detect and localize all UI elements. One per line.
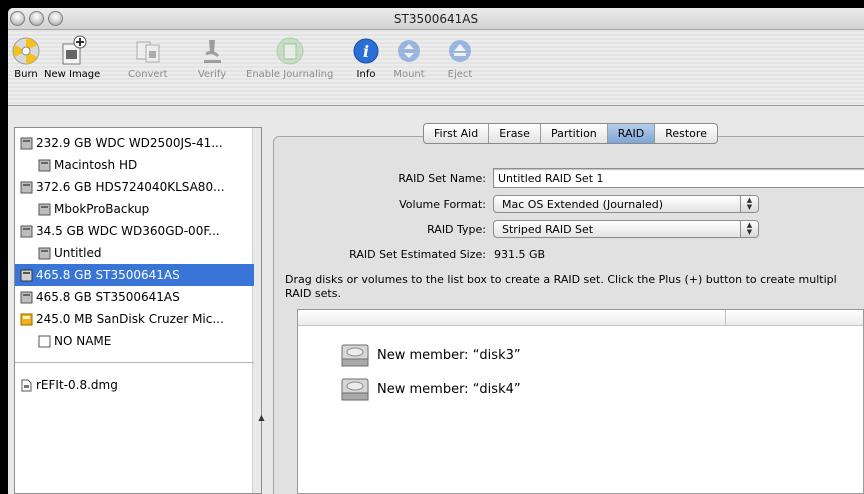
sidebar-item-label: Macintosh HD	[54, 158, 138, 172]
disk-image-icon	[19, 378, 33, 392]
scroll-up-arrow-icon[interactable]: ▲	[257, 413, 266, 422]
enable-journaling-label: Enable Journaling	[246, 69, 334, 80]
hard-drive-icon	[341, 344, 369, 367]
verify-label: Verify	[197, 69, 227, 80]
sidebar-item-label: NO NAME	[54, 334, 112, 348]
raid-member-label: New member: “disk3”	[377, 347, 521, 363]
tab-partition[interactable]: Partition	[541, 124, 608, 143]
sidebar-item-label: rEFIt-0.8.dmg	[36, 378, 118, 392]
raid-type-popup[interactable]: Striped RAID Set ▲ ▼	[493, 220, 759, 238]
verify-button[interactable]: Verify	[194, 34, 230, 80]
tab-first-aid[interactable]: First Aid	[424, 124, 490, 143]
device-list[interactable]: 232.9 GB WDC WD2500JS-41... Macintosh HD…	[14, 127, 262, 494]
convert-icon	[130, 34, 166, 68]
mount-button[interactable]: Mount	[391, 34, 427, 80]
volume-format-label: Volume Format:	[399, 198, 486, 211]
microscope-icon	[194, 34, 230, 68]
sidebar-disk-hds-372[interactable]: 372.6 GB HDS724040KLSA80...	[15, 176, 254, 198]
info-button[interactable]: i Info	[348, 34, 384, 80]
new-image-label: New Image	[44, 69, 101, 80]
mount-label: Mount	[393, 69, 425, 80]
tab-restore[interactable]: Restore	[655, 124, 717, 143]
sidebar-separator	[15, 362, 254, 363]
title-bar[interactable]: ST3500641AS	[8, 8, 864, 30]
sidebar-volume-untitled[interactable]: Untitled	[15, 242, 254, 264]
raid-member-list[interactable]: New member: “disk3” New member: “disk4”	[297, 309, 864, 494]
sidebar-item-label: 465.8 GB ST3500641AS	[36, 290, 180, 304]
eject-label: Eject	[447, 69, 473, 80]
sidebar-item-label: 465.8 GB ST3500641AS	[36, 268, 180, 282]
raid-member-disk4[interactable]: New member: “disk4”	[340, 374, 521, 404]
sidebar-disk-st3500-selected[interactable]: 465.8 GB ST3500641AS	[15, 264, 254, 286]
eject-button[interactable]: Eject	[442, 34, 478, 80]
enable-journaling-button[interactable]: Enable Journaling	[246, 34, 333, 80]
sidebar-image-refit[interactable]: rEFIt-0.8.dmg	[15, 374, 254, 396]
hard-disk-icon	[19, 136, 33, 150]
hard-disk-icon	[19, 180, 33, 194]
sidebar-item-label: 245.0 MB SanDisk Cruzer Mic...	[36, 312, 224, 326]
raid-type-label: RAID Type:	[427, 223, 486, 236]
sidebar-disk-sandisk[interactable]: 245.0 MB SanDisk Cruzer Mic...	[15, 308, 254, 330]
raid-help-text: Drag disks or volumes to the list box to…	[285, 273, 864, 301]
sidebar-disk-st3500[interactable]: 465.8 GB ST3500641AS	[15, 286, 254, 308]
burn-button[interactable]: Burn	[8, 34, 44, 80]
convert-label: Convert	[128, 69, 168, 80]
volume-icon	[37, 246, 51, 260]
sidebar-item-label: MbokProBackup	[54, 202, 150, 216]
info-label: Info	[356, 69, 376, 80]
tab-raid[interactable]: RAID	[607, 124, 656, 143]
raid-list-column-divider	[725, 310, 726, 325]
estimated-size-value: 931.5 GB	[494, 248, 546, 261]
sidebar-item-label: 372.6 GB HDS724040KLSA80...	[36, 180, 225, 194]
eject-icon	[442, 34, 478, 68]
convert-button[interactable]: Convert	[128, 34, 168, 80]
sidebar-item-label: Untitled	[54, 246, 102, 260]
volume-format-value: Mac OS Extended (Journaled)	[502, 197, 664, 211]
window-title: ST3500641AS	[393, 12, 479, 26]
info-icon: i	[348, 34, 384, 68]
hard-disk-icon	[19, 268, 33, 282]
hard-disk-icon	[19, 290, 33, 304]
empty-volume-icon	[37, 334, 51, 348]
raid-member-disk3[interactable]: New member: “disk3”	[340, 340, 521, 370]
volume-icon	[37, 158, 51, 172]
svg-text:i: i	[363, 42, 369, 61]
usb-drive-icon	[19, 312, 33, 326]
sidebar-volume-mbokprobackup[interactable]: MbokProBackup	[15, 198, 254, 220]
raid-list-header	[298, 310, 863, 326]
tab-bar: First Aid Erase Partition RAID Restore	[423, 123, 718, 144]
sidebar-item-label: 232.9 GB WDC WD2500JS-41...	[36, 136, 223, 150]
burn-label: Burn	[14, 69, 38, 80]
toolbar: Burn New Image Convert Verify Enable Jou…	[8, 30, 864, 106]
new-image-button[interactable]: New Image	[44, 34, 100, 80]
sidebar-volume-no-name[interactable]: NO NAME	[15, 330, 254, 352]
volume-icon	[37, 202, 51, 216]
help-line-2: RAID sets.	[285, 287, 341, 300]
raid-type-value: Striped RAID Set	[502, 222, 594, 236]
help-line-1: Drag disks or volumes to the list box to…	[285, 273, 837, 286]
journaling-icon	[272, 34, 308, 68]
sidebar-item-label: 34.5 GB WDC WD360GD-00F...	[36, 224, 220, 238]
raid-set-name-field[interactable]	[493, 168, 864, 188]
tab-erase[interactable]: Erase	[489, 124, 541, 143]
mount-icon	[391, 34, 427, 68]
raid-set-name-label: RAID Set Name:	[398, 172, 486, 185]
sidebar-volume-macintosh-hd[interactable]: Macintosh HD	[15, 154, 254, 176]
hard-drive-icon	[341, 378, 369, 401]
volume-format-popup[interactable]: Mac OS Extended (Journaled) ▲ ▼	[493, 195, 759, 213]
sidebar-disk-wdc-232[interactable]: 232.9 GB WDC WD2500JS-41...	[15, 132, 254, 154]
new-image-icon	[54, 34, 90, 68]
estimated-size-label: RAID Set Estimated Size:	[349, 248, 486, 261]
raid-member-label: New member: “disk4”	[377, 381, 521, 397]
popup-arrows-icon: ▲ ▼	[740, 221, 758, 237]
burn-icon	[8, 34, 44, 68]
sidebar-disk-wdc-34[interactable]: 34.5 GB WDC WD360GD-00F...	[15, 220, 254, 242]
hard-disk-icon	[19, 224, 33, 238]
popup-arrows-icon: ▲ ▼	[740, 196, 758, 212]
